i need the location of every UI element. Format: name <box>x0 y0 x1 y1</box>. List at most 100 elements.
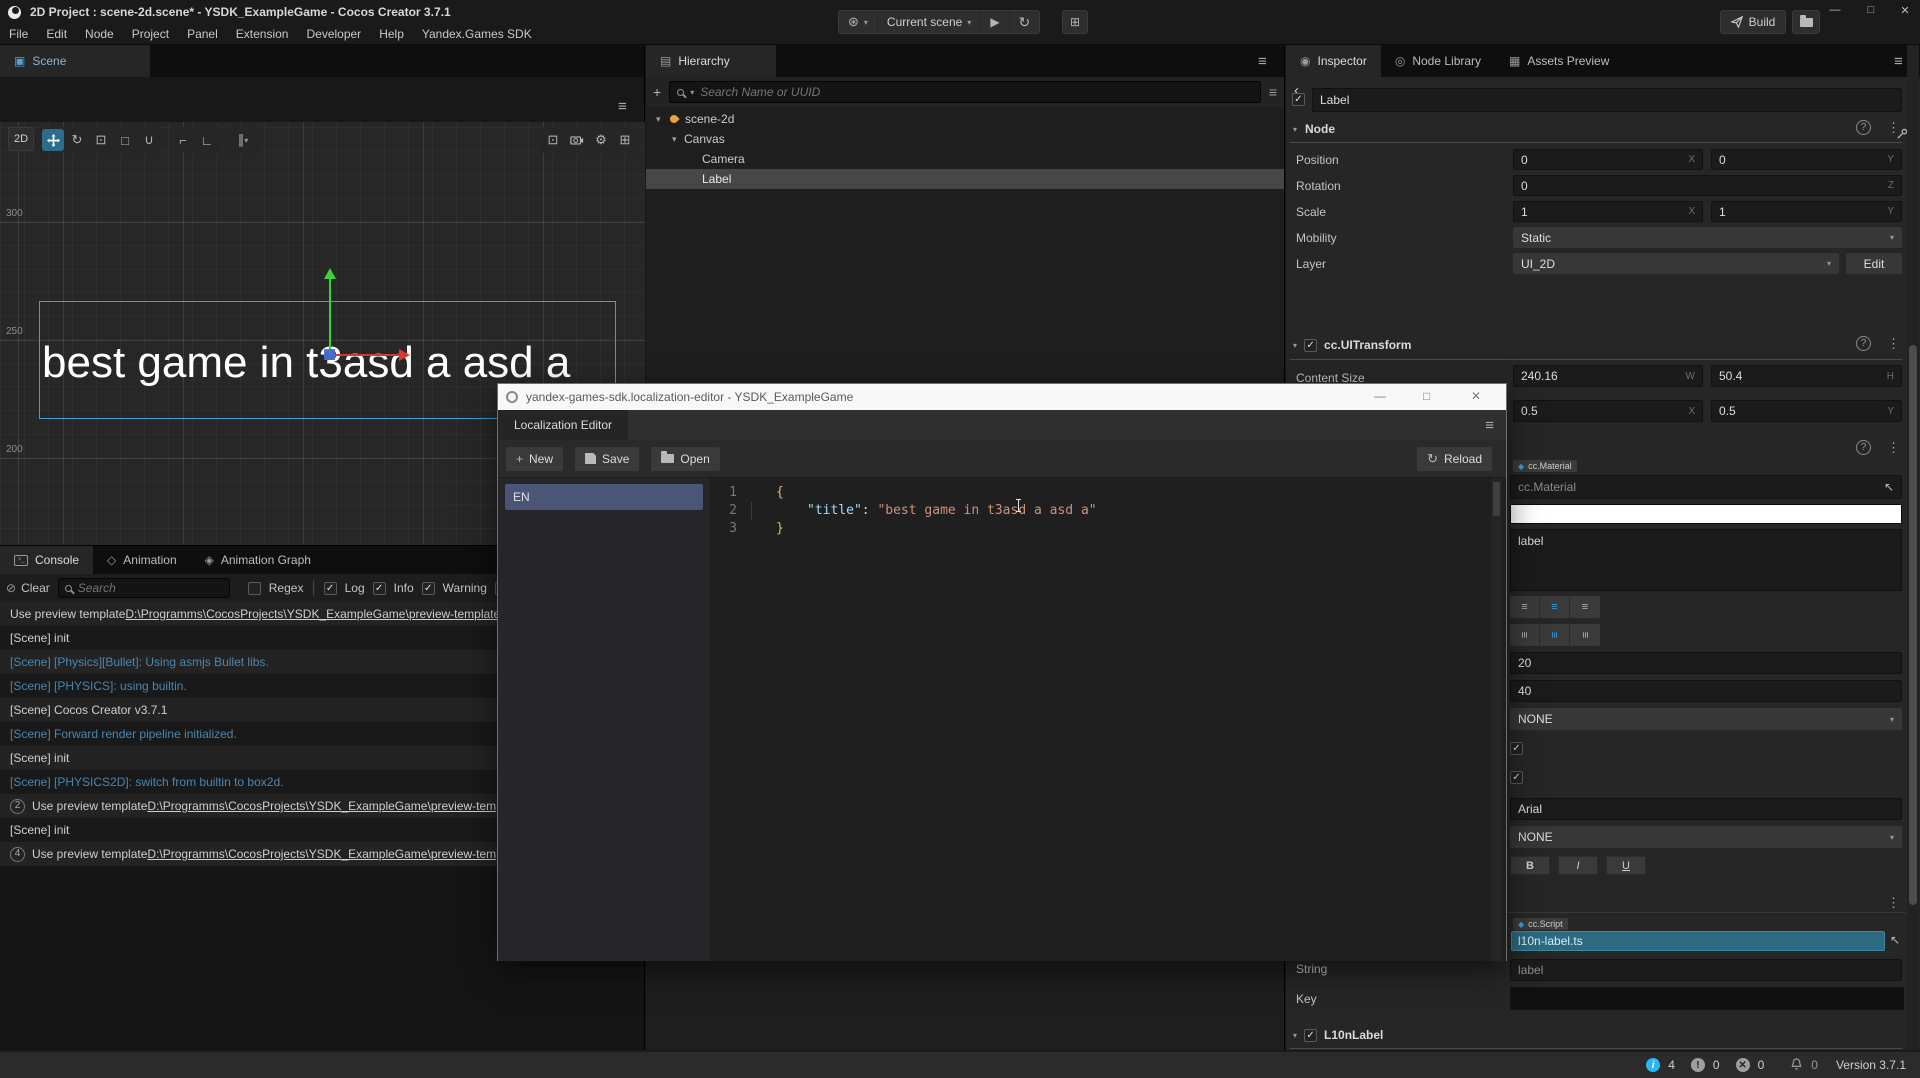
reload-button[interactable]: ↻ Reload <box>1417 447 1492 471</box>
info-count-icon[interactable]: i <box>1646 1058 1660 1072</box>
open-build-folder-button[interactable] <box>1792 10 1820 34</box>
position-y-input[interactable]: 0Y <box>1711 149 1902 170</box>
gizmo-y-axis[interactable] <box>329 278 331 355</box>
key-input[interactable] <box>1510 987 1904 1010</box>
align-top-button[interactable]: ≡ <box>1510 624 1540 646</box>
node-name-input[interactable]: Label <box>1312 88 1902 112</box>
scene-menu-icon[interactable]: ≡ <box>618 98 627 115</box>
pivot-tool[interactable]: ⌐ <box>172 129 194 151</box>
menu-extension[interactable]: Extension <box>227 24 298 45</box>
hierarchy-menu-icon[interactable]: ≡ <box>1258 53 1267 70</box>
tab-console[interactable]: >_ Console <box>0 546 93 574</box>
close-button[interactable]: ✕ <box>1892 2 1918 18</box>
expand-icon[interactable]: ▾ <box>672 134 684 145</box>
menu-help[interactable]: Help <box>370 24 413 45</box>
error-count-icon[interactable]: ✕ <box>1736 1058 1750 1072</box>
label-string-textarea[interactable]: label <box>1510 529 1902 591</box>
scale-y-input[interactable]: 1Y <box>1711 201 1902 222</box>
anchor-x-input[interactable]: 0.5X <box>1513 400 1703 422</box>
label-footer-menu-icon[interactable]: ⋮ <box>1887 895 1900 911</box>
content-height-input[interactable]: 50.4H <box>1711 365 1902 387</box>
warning-count-icon[interactable]: ! <box>1691 1058 1705 1072</box>
menu-yandex-games-sdk[interactable]: Yandex.Games SDK <box>413 24 541 45</box>
l10nlabel-checkbox[interactable] <box>1304 1029 1317 1042</box>
inspector-menu-icon[interactable]: ≡ <box>1894 53 1903 70</box>
ui-transform-tool[interactable]: ∪ <box>138 129 160 151</box>
menu-file[interactable]: File <box>0 24 37 45</box>
underline-button[interactable]: U <box>1606 856 1646 875</box>
refresh-button[interactable]: ↻ <box>1010 11 1040 33</box>
list-view-icon[interactable]: ≡ <box>1269 84 1277 100</box>
layer-edit-button[interactable]: Edit <box>1846 253 1902 274</box>
scrollbar-thumb[interactable] <box>1909 345 1917 905</box>
menu-node[interactable]: Node <box>76 24 123 45</box>
minimize-button[interactable]: — <box>1822 2 1848 18</box>
cache-checkbox[interactable] <box>1510 771 1523 784</box>
new-button[interactable]: + New <box>506 447 563 471</box>
tree-node-scene[interactable]: ▾ scene-2d <box>646 109 1284 129</box>
rotation-z-input[interactable]: 0Z <box>1513 175 1902 196</box>
tree-node-canvas[interactable]: ▾ Canvas <box>646 129 1284 149</box>
uitransform-section-header[interactable]: ▾ cc.UITransform <box>1293 338 1411 352</box>
rotate-tool[interactable]: ↻ <box>66 129 88 151</box>
label-menu-icon[interactable]: ⋮ <box>1887 440 1900 456</box>
loc-window-title-bar[interactable]: yandex-games-sdk.localization-editor - Y… <box>498 384 1506 410</box>
inspector-scrollbar[interactable] <box>1907 45 1919 1050</box>
move-tool[interactable] <box>42 129 64 151</box>
tab-localization-editor[interactable]: Localization Editor <box>498 410 628 440</box>
scrollbar-thumb[interactable] <box>1493 482 1500 516</box>
scene-label-text[interactable]: best game in t3asd a asd a <box>42 338 622 388</box>
menu-project[interactable]: Project <box>123 24 178 45</box>
mobility-dropdown[interactable]: Static▾ <box>1513 227 1902 248</box>
console-search-input[interactable] <box>78 581 208 595</box>
font-size-input[interactable]: 20 <box>1510 652 1902 674</box>
anchor-y-input[interactable]: 0.5Y <box>1711 400 1902 422</box>
scale-tool[interactable]: ⊡ <box>90 129 112 151</box>
aspect-ratio-button[interactable]: ⊡ <box>542 129 564 151</box>
regex-checkbox[interactable] <box>248 582 261 595</box>
maximize-button[interactable]: □ <box>1858 2 1884 18</box>
create-node-button[interactable]: + <box>653 84 661 100</box>
scale-x-input[interactable]: 1X <box>1513 201 1703 222</box>
gizmo-dimension-tool[interactable]: ∥ ▾ <box>226 127 260 153</box>
tree-node-camera[interactable]: Camera <box>646 149 1284 169</box>
overflow-dropdown[interactable]: NONE▾ <box>1510 708 1902 730</box>
help-icon[interactable]: ? <box>1856 440 1871 455</box>
layer-dropdown[interactable]: UI_2D▾ <box>1513 253 1839 274</box>
rect-tool[interactable]: □ <box>114 129 136 151</box>
log-checkbox[interactable] <box>324 582 337 595</box>
gizmo-origin-handle[interactable] <box>324 349 335 360</box>
menu-edit[interactable]: Edit <box>37 24 76 45</box>
gizmo-x-axis[interactable] <box>330 354 400 356</box>
script-string-field[interactable]: label <box>1510 959 1902 981</box>
tree-node-label[interactable]: Label <box>646 169 1284 189</box>
italic-button[interactable]: I <box>1558 856 1598 875</box>
align-center-button[interactable]: ≡ <box>1540 596 1570 618</box>
loc-menu-icon[interactable]: ≡ <box>1485 417 1494 434</box>
log-link[interactable]: D:\Programms\CocosProjects\YSDK_ExampleG… <box>147 794 522 818</box>
line-height-input[interactable]: 40 <box>1510 680 1902 702</box>
tab-animation[interactable]: ◇ Animation <box>93 546 191 574</box>
info-checkbox[interactable] <box>373 582 386 595</box>
menu-panel[interactable]: Panel <box>178 24 227 45</box>
help-icon[interactable]: ? <box>1856 336 1871 351</box>
tab-hierarchy[interactable]: ▤ Hierarchy <box>646 45 776 77</box>
open-button[interactable]: Open <box>651 447 719 471</box>
bell-icon[interactable] <box>1790 1058 1803 1072</box>
tab-scene[interactable]: ▣ Scene <box>0 45 150 77</box>
clear-button[interactable]: ⊘ Clear <box>6 581 50 595</box>
content-width-input[interactable]: 240.16W <box>1513 365 1703 387</box>
asset-picker-icon[interactable]: ↖ <box>1890 933 1900 947</box>
save-button[interactable]: Save <box>575 447 639 471</box>
color-field[interactable] <box>1510 504 1902 524</box>
log-link[interactable]: D:\Programms\CocosProjects\YSDK_ExampleG… <box>147 842 522 866</box>
node-menu-icon[interactable]: ⋮ <box>1887 120 1900 136</box>
font-family-input[interactable]: Arial <box>1510 798 1902 820</box>
hierarchy-search-input[interactable] <box>700 85 1253 99</box>
scene-select-dropdown[interactable]: Current scene ▾ <box>878 11 981 33</box>
position-x-input[interactable]: 0X <box>1513 149 1703 170</box>
maximize-button[interactable]: □ <box>1423 389 1430 403</box>
material-field[interactable]: cc.Material ↖ <box>1510 475 1902 499</box>
camera-settings-button[interactable] <box>566 129 588 151</box>
language-item-en[interactable]: EN <box>505 484 703 510</box>
